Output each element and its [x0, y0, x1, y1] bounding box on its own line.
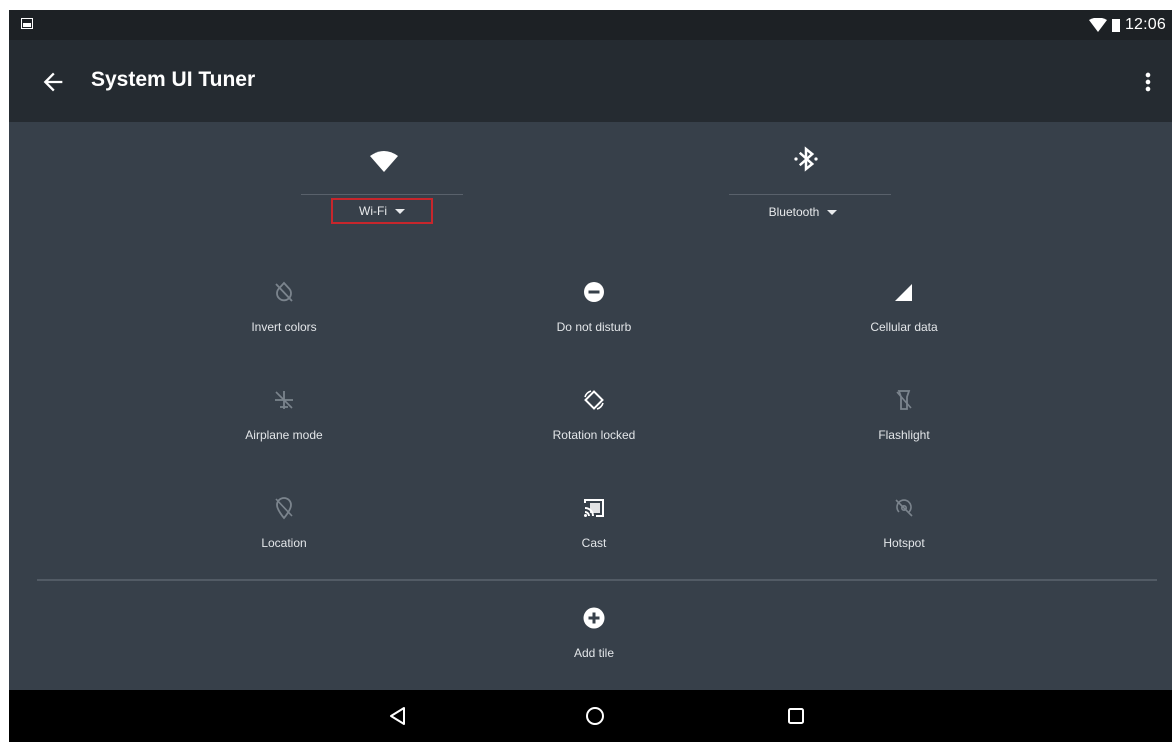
bluetooth-label: Bluetooth — [768, 205, 820, 219]
tile-hotspot[interactable]: Hotspot — [824, 496, 984, 550]
flashlight-icon — [896, 390, 912, 410]
tile-label: Do not disturb — [556, 320, 632, 334]
tile-cellular-data[interactable]: Cellular data — [824, 280, 984, 334]
app-bar: System UI Tuner — [9, 40, 1172, 122]
quick-settings-editor: Wi-Fi Bluetooth Invert colors Do not dis… — [9, 122, 1172, 690]
add-circle-icon — [583, 607, 605, 629]
do-not-disturb-icon — [584, 282, 604, 302]
chevron-down-icon — [827, 209, 838, 215]
more-vert-icon[interactable] — [1134, 66, 1162, 98]
tile-location[interactable]: Location — [204, 496, 364, 550]
status-bar: 12:06 — [9, 10, 1172, 40]
notification-image-icon — [21, 18, 33, 29]
screen: 12:06 System UI Tuner Wi-Fi Bluetooth In… — [9, 10, 1172, 742]
cellular-data-icon — [895, 284, 912, 301]
tiles-divider — [37, 579, 1157, 581]
tile-label: Cast — [581, 536, 607, 550]
tile-flashlight[interactable]: Flashlight — [824, 388, 984, 442]
airplane-mode-icon — [275, 391, 293, 409]
invert-colors-icon — [275, 281, 293, 302]
tile-label: Flashlight — [878, 428, 930, 442]
wifi-signal-icon — [1088, 18, 1107, 32]
navigation-bar — [9, 690, 1172, 742]
rotation-locked-icon — [584, 390, 604, 410]
bluetooth-icon[interactable] — [791, 144, 821, 174]
wifi-label: Wi-Fi — [359, 204, 387, 218]
tile-airplane-mode[interactable]: Airplane mode — [204, 388, 364, 442]
tile-label: Cellular data — [870, 320, 938, 334]
bluetooth-tile-dropdown[interactable]: Bluetooth — [753, 201, 853, 223]
bluetooth-divider — [729, 194, 891, 195]
chevron-down-icon — [394, 208, 405, 214]
location-icon — [275, 497, 293, 520]
hotspot-icon — [895, 499, 913, 517]
tile-label: Airplane mode — [245, 428, 323, 442]
battery-icon — [1111, 19, 1120, 32]
add-tile-button[interactable]: Add tile — [514, 606, 674, 660]
nav-home-icon[interactable] — [583, 704, 607, 728]
tile-do-not-disturb[interactable]: Do not disturb — [514, 280, 674, 334]
tile-label: Add tile — [573, 646, 615, 660]
nav-recents-icon[interactable] — [784, 704, 808, 728]
wifi-icon[interactable] — [364, 140, 404, 180]
page-title: System UI Tuner — [91, 68, 256, 91]
cast-icon — [584, 499, 604, 517]
wifi-tile-dropdown[interactable]: Wi-Fi — [331, 198, 433, 224]
nav-back-icon[interactable] — [386, 704, 410, 728]
tile-label: Invert colors — [251, 320, 317, 334]
tile-invert-colors[interactable]: Invert colors — [204, 280, 364, 334]
tile-cast[interactable]: Cast — [514, 496, 674, 550]
wifi-divider — [301, 194, 463, 195]
tile-rotation-locked[interactable]: Rotation locked — [514, 388, 674, 442]
tile-label: Rotation locked — [552, 428, 636, 442]
status-time: 12:06 — [1124, 16, 1166, 33]
tile-label: Hotspot — [883, 536, 925, 550]
tile-label: Location — [261, 536, 307, 550]
arrow-back-icon[interactable] — [39, 68, 67, 96]
